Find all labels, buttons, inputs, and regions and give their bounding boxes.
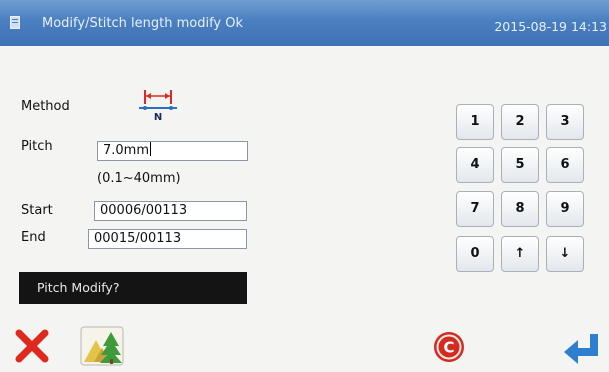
page-title: Modify/Stitch length modify Ok [42,16,244,31]
svg-text:C: C [443,339,454,357]
pitch-label: Pitch [21,139,53,154]
enter-button[interactable] [562,330,602,368]
key-5[interactable]: 5 [501,147,539,183]
start-label: Start [21,203,53,218]
key-0[interactable]: 0 [456,236,494,272]
pitch-input[interactable]: 7.0mm [97,141,248,161]
end-label: End [21,230,46,245]
datetime: 2015-08-19 14:13 [494,19,607,34]
text-caret [150,142,152,156]
key-2[interactable]: 2 [501,104,539,140]
svg-text:N: N [154,112,162,123]
key-9[interactable]: 9 [546,191,584,227]
end-value: 00015/00113 [94,231,182,246]
pattern-view-icon [80,326,124,366]
method-label: Method [21,99,70,114]
cancel-x-icon [15,329,49,363]
start-value: 00006/00113 [100,203,188,218]
message-bar: Pitch Modify? [19,272,247,304]
cancel-button[interactable] [14,328,50,364]
key-7[interactable]: 7 [456,191,494,227]
key-up[interactable]: ↑ [501,236,539,272]
key-4[interactable]: 4 [456,147,494,183]
clear-button[interactable]: C [432,330,466,364]
pitch-range: (0.1~40mm) [97,171,181,186]
end-input[interactable]: 00015/00113 [88,229,247,249]
key-8[interactable]: 8 [501,191,539,227]
key-6[interactable]: 6 [546,147,584,183]
start-input[interactable]: 00006/00113 [94,201,247,221]
file-icon [10,16,20,29]
key-down[interactable]: ↓ [546,236,584,272]
pattern-view-button[interactable] [80,326,124,366]
pitch-value: 7.0mm [103,143,150,158]
stitch-pitch-icon[interactable]: N [138,87,178,127]
title-bar: Modify/Stitch length modify Ok 2015-08-1… [0,0,609,46]
enter-icon [564,334,598,364]
clear-c-icon: C [434,332,464,362]
key-3[interactable]: 3 [546,104,584,140]
key-1[interactable]: 1 [456,104,494,140]
